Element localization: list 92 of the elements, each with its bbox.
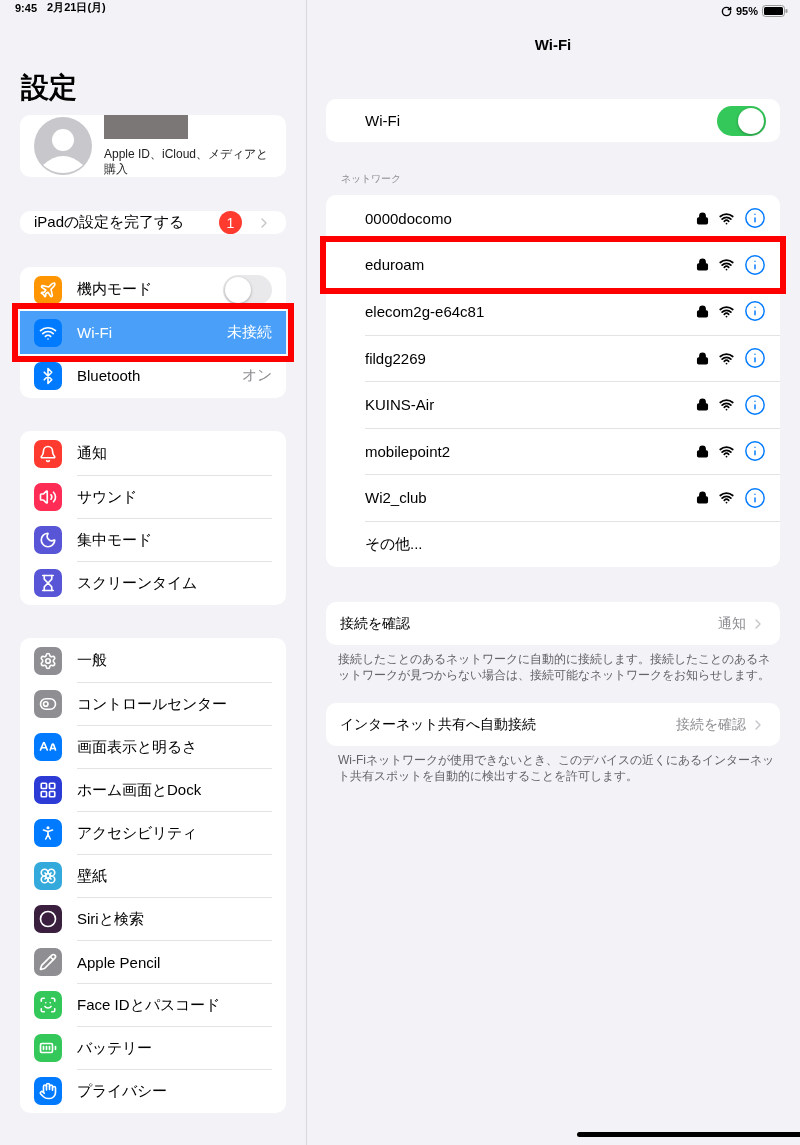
network-name: elecom2g-e64c81 <box>365 302 485 320</box>
wifi-signal-icon <box>719 350 734 366</box>
info-icon[interactable] <box>744 347 766 370</box>
status-date: 2月21日(月) <box>47 0 106 15</box>
network-row[interactable]: mobilepoint2 <box>326 427 780 474</box>
network-row[interactable]: fildg2269 <box>326 334 780 381</box>
sidebar-item-label: 画面表示と明るさ <box>77 737 197 757</box>
info-icon[interactable] <box>744 300 766 323</box>
option-label: インターネット共有へ自動接続 <box>340 715 536 734</box>
option-note: Wi-Fiネットワークが使用できないとき、このデバイスの近くにあるインターネット共有スポットを自動的に検出することを許可します。 <box>338 752 774 784</box>
status-time: 9:45 <box>15 1 38 14</box>
wifi-signal-icon <box>719 257 734 273</box>
wifi-signal-icon <box>719 303 734 319</box>
sidebar-item-label: Face IDとパスコード <box>77 995 220 1015</box>
sidebar-item[interactable]: サウンド <box>20 475 286 518</box>
network-row[interactable]: その他... <box>326 520 780 567</box>
sidebar-item-label: プライバシー <box>77 1081 167 1101</box>
info-icon[interactable] <box>744 207 766 230</box>
setup-label: iPadの設定を完了する <box>34 213 185 232</box>
option-row[interactable]: インターネット共有へ自動接続 接続を確認 <box>326 703 780 746</box>
sidebar-item-label: 一般 <box>77 651 107 670</box>
sidebar-item[interactable]: コントロールセンター <box>20 682 286 725</box>
profile-subtitle: Apple ID、iCloud、メディアと購入 <box>104 147 269 177</box>
sidebar-item-label: ホーム画面とDock <box>77 780 202 800</box>
network-row[interactable]: Wi2_club <box>326 474 780 521</box>
sidebar-item[interactable]: Bluetooth オン <box>20 354 286 397</box>
option-value: 接続を確認 <box>676 715 746 734</box>
sidebar-item[interactable]: Apple Pencil <box>20 940 286 983</box>
sidebar-item-label: 壁紙 <box>77 866 107 886</box>
sidebar-item-label: アクセシビリティ <box>77 823 197 843</box>
sidebar-item[interactable]: 集中モード <box>20 518 286 561</box>
wifi-signal-icon <box>719 397 734 413</box>
profile-card[interactable]: Apple ID、iCloud、メディアと購入 <box>20 115 286 177</box>
battery-icon <box>762 5 788 17</box>
sidebar-item[interactable]: プライバシー <box>20 1069 286 1112</box>
notification-badge: 1 <box>219 211 242 234</box>
sidebar-item[interactable]: スクリーンタイム <box>20 561 286 604</box>
sidebar-item-label: 通知 <box>77 444 107 463</box>
settings-title: 設定 <box>21 71 78 105</box>
option-label: 接続を確認 <box>340 614 410 633</box>
network-name: KUINS-Air <box>365 396 435 414</box>
network-row[interactable]: 0000docomo <box>326 195 780 242</box>
rotation-lock-icon <box>720 5 732 17</box>
sidebar-item[interactable]: Siriと検索 <box>20 897 286 940</box>
sidebar-item-label: サウンド <box>77 487 137 507</box>
sidebar-item[interactable]: Face IDとパスコード <box>20 983 286 1026</box>
network-name: fildg2269 <box>365 349 426 367</box>
network-name: mobilepoint2 <box>365 442 451 460</box>
sidebar-item-label: Wi-Fi <box>77 324 112 341</box>
info-icon[interactable] <box>744 253 766 276</box>
info-icon[interactable] <box>744 393 766 416</box>
sidebar-item-value: 未接続 <box>227 323 272 342</box>
info-icon[interactable] <box>744 486 766 509</box>
sidebar-item[interactable]: 一般 <box>20 639 286 682</box>
toggle-switch[interactable] <box>717 105 766 136</box>
network-name: その他... <box>365 534 423 554</box>
avatar-icon <box>34 117 92 175</box>
option-row[interactable]: 接続を確認 通知 <box>326 602 780 645</box>
sidebar-item-label: Siriと検索 <box>77 909 144 929</box>
sidebar-item-label: Apple Pencil <box>77 953 161 971</box>
sidebar-item-label: 集中モード <box>77 530 152 550</box>
sidebar-item[interactable]: アクセシビリティ <box>20 811 286 854</box>
network-row[interactable]: elecom2g-e64c81 <box>326 288 780 335</box>
sidebar-item[interactable]: 壁紙 <box>20 854 286 897</box>
sidebar-item-label: コントロールセンター <box>77 694 227 714</box>
sidebar-item-label: スクリーンタイム <box>77 573 197 593</box>
network-row[interactable]: eduroam <box>326 241 780 288</box>
wifi-signal-icon <box>719 490 734 506</box>
sidebar-item-label: Bluetooth <box>77 367 141 384</box>
network-name: 0000docomo <box>365 209 452 227</box>
option-note: 接続したことのあるネットワークに自動的に接続します。接続したことのあるネットワークが見つからない場合は、接続可能なネットワークをお知らせします。 <box>338 651 771 683</box>
setup-row[interactable]: iPadの設定を完了する 1 <box>20 211 286 234</box>
sidebar-item-label: 機内モード <box>77 280 152 299</box>
sidebar-item-value: オン <box>242 366 272 385</box>
wifi-signal-icon <box>719 443 734 459</box>
battery-percent: 95% <box>735 5 758 17</box>
section-header: ネットワーク <box>340 172 402 186</box>
network-row[interactable]: KUINS-Air <box>326 381 780 428</box>
network-name: Wi2_club <box>365 489 427 507</box>
sidebar-item-label: バッテリー <box>77 1038 152 1058</box>
wifi-signal-icon <box>719 210 734 226</box>
network-name: eduroam <box>365 256 425 274</box>
sidebar-item[interactable]: 通知 <box>20 432 286 475</box>
sidebar-item[interactable]: 画面表示と明るさ <box>20 725 286 768</box>
sidebar-item[interactable]: バッテリー <box>20 1026 286 1069</box>
option-value: 通知 <box>718 614 746 633</box>
toggle-switch[interactable] <box>223 274 272 305</box>
sidebar-item[interactable]: 機内モード <box>20 268 286 311</box>
info-icon[interactable] <box>744 440 766 463</box>
sidebar-item[interactable]: ホーム画面とDock <box>20 768 286 811</box>
page-title: Wi-Fi <box>533 36 573 53</box>
wifi-label: Wi-Fi <box>365 112 400 129</box>
